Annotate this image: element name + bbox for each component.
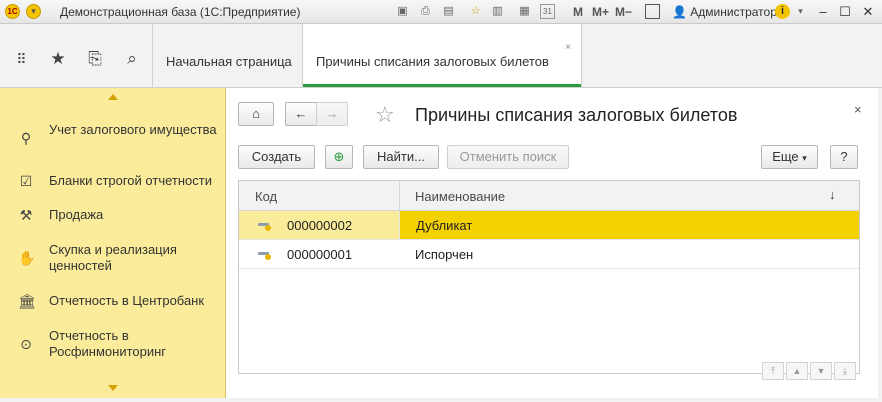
history-icon[interactable]: ⎘	[85, 50, 105, 68]
cell-name[interactable]: Дубликат	[399, 211, 859, 239]
column-header-code[interactable]: Код	[255, 189, 277, 204]
tab-home[interactable]: Начальная страница	[152, 24, 302, 87]
tab-write-off-reasons[interactable]: Причины списания залоговых билетов ×	[302, 24, 582, 87]
sort-down-icon[interactable]: ↓	[829, 187, 836, 202]
more-button[interactable]: Еще ▾	[761, 145, 818, 169]
sidebar-item-label: Отчетность в Центробанк	[49, 293, 205, 308]
user-icon: 👤	[672, 5, 687, 19]
sidebar-item-label: Учет залогового имущества	[49, 122, 217, 137]
info-icon[interactable]: i	[775, 4, 790, 19]
checklist-icon: ☑	[19, 173, 33, 189]
cell-code-text: 000000002	[287, 218, 353, 233]
user-name: Администратор	[690, 5, 777, 19]
app-logo-icon: 1С	[5, 4, 20, 19]
panels-icon[interactable]	[645, 4, 660, 19]
forward-button[interactable]: →	[316, 102, 348, 126]
column-header-name[interactable]: Наименование	[415, 189, 505, 204]
scroll-prev-button[interactable]: ▲	[786, 362, 808, 380]
chevron-down-icon: ▾	[802, 153, 807, 163]
cell-code[interactable]: 000000002	[239, 211, 399, 239]
section-panel: ⠿ ★ ⎘ ⌕ Начальная страница Причины списа…	[0, 24, 882, 88]
cell-name-text: Дубликат	[416, 218, 473, 233]
memory-mplus-button[interactable]: M+	[592, 5, 609, 19]
more-label: Еще	[772, 149, 799, 164]
favorites-add-icon[interactable]: ☆	[468, 4, 483, 19]
sidebar-item-label: Бланки строгой отчетности	[49, 173, 212, 188]
minimize-button[interactable]: –	[814, 3, 832, 20]
arrow-left-icon: ←	[294, 106, 308, 121]
table-row[interactable]: 000000002 Дубликат	[239, 211, 859, 240]
cell-name[interactable]: Испорчен	[399, 240, 859, 268]
add-copy-icon: ⊕	[333, 149, 345, 164]
maximize-button[interactable]: ☐	[836, 3, 854, 20]
close-window-button[interactable]: ✕	[859, 3, 877, 20]
preview-icon[interactable]: ▤	[441, 4, 456, 19]
home-icon: ⌂	[252, 106, 260, 121]
sections-sidebar: ⚲ Учет залогового имущества ☑ Бланки стр…	[0, 88, 226, 398]
sidebar-item-label: Скупка и реализация ценностей	[49, 242, 177, 273]
star-icon[interactable]: ★	[48, 50, 68, 68]
calculator-icon[interactable]: ▦	[517, 4, 532, 19]
chevron-down-icon[interactable]: ▾	[793, 4, 808, 19]
cell-code[interactable]: 000000001	[239, 240, 399, 268]
scroll-next-button[interactable]: ▼	[810, 362, 832, 380]
grid-menu-icon[interactable]: ⠿	[11, 50, 31, 68]
current-user[interactable]: 👤 Администратор	[672, 5, 777, 19]
copy-button[interactable]: ⊕	[325, 145, 353, 169]
cell-name-text: Испорчен	[415, 247, 474, 262]
sidebar-item-label: Продажа	[49, 207, 104, 222]
calendar-icon[interactable]: 31	[540, 4, 555, 19]
bank-icon: 🏛	[18, 293, 36, 309]
ring-icon: ⚲	[20, 130, 32, 146]
catalog-table: Код Наименование ↓ 000000002 Дубликат 00…	[238, 180, 860, 374]
bookmark-icon[interactable]: ▥	[490, 4, 505, 19]
arrow-right-icon: →	[325, 106, 339, 121]
window-title: Демонстрационная база (1С:Предприятие)	[60, 5, 301, 19]
window-titlebar: 1С ▾ Демонстрационная база (1С:Предприят…	[0, 0, 882, 24]
catalog-item-icon	[258, 249, 271, 260]
scroll-first-button[interactable]: ⤒	[762, 362, 784, 380]
sidebar-item-label: Отчетность в Росфинмониторинг	[49, 328, 167, 359]
search-icon[interactable]: ⌕	[122, 50, 142, 68]
cell-code-text: 000000001	[287, 247, 353, 262]
find-button[interactable]: Найти...	[363, 145, 439, 169]
cancel-search-button[interactable]: Отменить поиск	[447, 145, 569, 169]
back-button[interactable]: ←	[285, 102, 317, 126]
create-button[interactable]: Создать	[238, 145, 315, 169]
hand-icon: ✋	[18, 250, 36, 266]
sale-icon: ⚒	[19, 207, 33, 223]
magnifier-icon: ⊙	[20, 336, 32, 352]
print-icon[interactable]: ⎙	[418, 4, 433, 19]
tab-home-label: Начальная страница	[166, 54, 292, 69]
main-menu-button[interactable]: ▾	[26, 4, 41, 19]
favorite-star-icon[interactable]: ☆	[375, 102, 395, 128]
table-row[interactable]: 000000001 Испорчен	[239, 240, 859, 269]
table-header: Код Наименование ↓	[239, 181, 859, 211]
save-icon[interactable]: ▣	[395, 4, 410, 19]
tab-write-off-reasons-label: Причины списания залоговых билетов	[316, 54, 549, 69]
close-form-icon[interactable]: ×	[854, 102, 862, 117]
home-button[interactable]: ⌂	[238, 102, 274, 126]
scroll-up-icon[interactable]	[108, 94, 118, 100]
catalog-item-icon	[258, 220, 271, 231]
memory-m-button[interactable]: M	[573, 5, 583, 19]
help-button[interactable]: ?	[830, 145, 858, 169]
tab-close-icon[interactable]: ×	[565, 42, 571, 53]
scroll-down-icon[interactable]	[108, 385, 118, 391]
page-title: Причины списания залоговых билетов	[415, 105, 738, 125]
scroll-last-button[interactable]: ⤓	[834, 362, 856, 380]
list-form: ⌂ ← → ☆ Причины списания залоговых билет…	[226, 88, 878, 398]
memory-mminus-button[interactable]: M−	[615, 5, 632, 19]
column-divider[interactable]	[399, 181, 400, 211]
